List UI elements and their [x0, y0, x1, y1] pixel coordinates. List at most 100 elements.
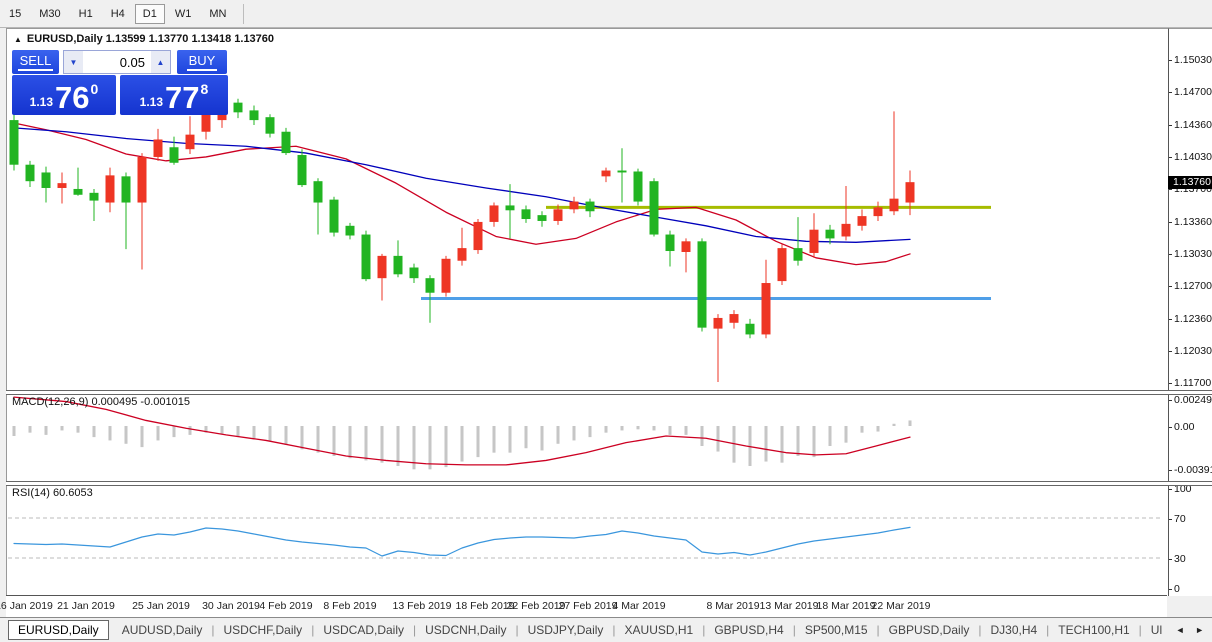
trading-terminal-window: 15M30H1H4D1W1MN 1.15030 1.14700 1.14360 1.1…	[0, 0, 1212, 642]
chart-ohlc-header: ▲ EURUSD,Daily 1.13599 1.13770 1.13418 1.…	[14, 33, 274, 45]
volume-stepper: ▼ 0.05 ▲	[63, 50, 171, 74]
timeframe-button-15[interactable]: 15	[1, 4, 29, 24]
buy-price-prefix: 1.13	[140, 95, 163, 109]
date-axis-label: 8 Mar 2019	[706, 600, 759, 612]
price-axis-label: 1.13360	[1174, 216, 1212, 228]
macd-axis-label: 0.002495	[1174, 394, 1212, 406]
date-axis-label: 18 Mar 2019	[817, 600, 876, 612]
price-axis-label-tick	[1169, 222, 1172, 223]
chart-tab-bar: EURUSD,DailyAUDUSD,Daily|USDCHF,Daily|US…	[0, 617, 1212, 642]
buy-price-big: 77	[165, 83, 199, 113]
toolbar-separator	[243, 4, 244, 24]
sell-button[interactable]: SELL	[12, 50, 59, 74]
tab-usdchf-daily[interactable]: USDCHF,Daily	[215, 621, 312, 639]
price-axis-label-tick	[1169, 92, 1172, 93]
tab-usdjpy-daily[interactable]: USDJPY,Daily	[519, 621, 613, 639]
sell-price-prefix: 1.13	[30, 95, 53, 109]
date-axis-label: 22 Feb 2019	[507, 600, 566, 612]
tab-scroll-arrows[interactable]: ◄ ►	[1176, 625, 1208, 635]
volume-increase-icon[interactable]: ▲	[151, 51, 170, 73]
price-axis-label-tick	[1169, 125, 1172, 126]
panel-divider-macd[interactable]	[6, 390, 1212, 395]
price-axis-label: 1.13030	[1174, 248, 1212, 260]
price-axis-label: 1.12360	[1174, 313, 1212, 325]
tab-sp500-m15[interactable]: SP500,M15	[796, 621, 877, 639]
buy-price-panel[interactable]: 1.13 77 8	[120, 75, 228, 115]
timeframe-toolbar: 15M30H1H4D1W1MN	[0, 0, 1212, 28]
price-axis-label-tick	[1169, 351, 1172, 352]
volume-decrease-icon[interactable]: ▼	[64, 51, 83, 73]
rsi-axis-label-tick	[1169, 589, 1172, 590]
current-price-badge: 1.13760	[1168, 176, 1212, 189]
sell-price-pip: 0	[91, 81, 99, 97]
macd-indicator-label: MACD(12,26,9) 0.000495 -0.001015	[12, 396, 190, 408]
timeframe-button-m30[interactable]: M30	[31, 4, 68, 24]
tab-usdcad-daily[interactable]: USDCAD,Daily	[314, 621, 413, 639]
price-axis-label: 1.14700	[1174, 86, 1212, 98]
price-axis-label: 1.12030	[1174, 345, 1212, 357]
one-click-trade-widget: SELL ▼ 0.05 ▲ BUY 1.13 76 0 1.13 77 8	[12, 50, 228, 115]
price-axis-label-tick	[1169, 319, 1172, 320]
buy-price-pip: 8	[201, 81, 209, 97]
date-axis-label: 27 Feb 2019	[559, 600, 618, 612]
price-axis-label-tick	[1169, 60, 1172, 61]
tab-ul[interactable]: Ul	[1142, 621, 1171, 639]
timeframe-button-h1[interactable]: H1	[71, 4, 101, 24]
buy-button[interactable]: BUY	[177, 50, 227, 74]
ohlc-close: 1.13760	[234, 33, 274, 45]
ohlc-low: 1.13418	[191, 33, 231, 45]
panel-divider-rsi[interactable]	[6, 481, 1212, 486]
rsi-axis-label: 0	[1174, 583, 1180, 595]
rsi-axis-label-tick	[1169, 559, 1172, 560]
price-axis-label: 1.11700	[1174, 377, 1211, 389]
tab-gbpusd-h4[interactable]: GBPUSD,H4	[705, 621, 792, 639]
rsi-axis-label: 70	[1174, 513, 1186, 525]
macd-axis-label-tick	[1169, 427, 1172, 428]
tab-tech100-h1[interactable]: TECH100,H1	[1049, 621, 1138, 639]
price-axis-label: 1.12700	[1174, 280, 1212, 292]
date-axis-label: 4 Feb 2019	[259, 600, 312, 612]
date-axis-label: 13 Feb 2019	[393, 600, 452, 612]
date-axis-label: 25 Jan 2019	[132, 600, 190, 612]
date-axis-label: 13 Mar 2019	[760, 600, 819, 612]
price-axis-label: 1.14360	[1174, 119, 1212, 131]
ohlc-open: 1.13599	[106, 33, 146, 45]
price-axis-label-tick	[1169, 383, 1172, 384]
sell-price-big: 76	[55, 83, 89, 113]
date-axis-label: 30 Jan 2019	[202, 600, 260, 612]
tab-eurusd-daily[interactable]: EURUSD,Daily	[8, 620, 109, 640]
tab-audusd-daily[interactable]: AUDUSD,Daily	[113, 621, 212, 639]
tab-dj30-h4[interactable]: DJ30,H4	[981, 621, 1046, 639]
price-axis-label-tick	[1169, 286, 1172, 287]
tab-gbpusd-daily[interactable]: GBPUSD,Daily	[880, 621, 979, 639]
price-axis-label-tick	[1169, 189, 1172, 190]
macd-axis-label-tick	[1169, 470, 1172, 471]
date-axis-label: 8 Feb 2019	[323, 600, 376, 612]
macd-axis-label: 0.00	[1174, 421, 1194, 433]
symbol-title: EURUSD,Daily	[27, 33, 103, 45]
collapse-arrow-icon[interactable]: ▲	[14, 35, 22, 44]
timeframe-button-mn[interactable]: MN	[201, 4, 234, 24]
date-axis-label: 21 Jan 2019	[57, 600, 115, 612]
price-axis-label-tick	[1169, 254, 1172, 255]
tab-usdcnh-daily[interactable]: USDCNH,Daily	[416, 621, 515, 639]
price-axis-column: 1.150301.147001.143601.140301.137001.133…	[1168, 28, 1212, 596]
timeframe-button-d1[interactable]: D1	[135, 4, 165, 24]
volume-input[interactable]: 0.05	[83, 51, 151, 73]
ohlc-high: 1.13770	[149, 33, 189, 45]
date-axis-label: 22 Mar 2019	[872, 600, 931, 612]
macd-axis-label-tick	[1169, 400, 1172, 401]
tab-xauusd-h1[interactable]: XAUUSD,H1	[616, 621, 703, 639]
price-axis-label-tick	[1169, 157, 1172, 158]
sell-price-panel[interactable]: 1.13 76 0	[12, 75, 116, 115]
date-axis[interactable]: 16 Jan 201921 Jan 201925 Jan 201930 Jan …	[6, 595, 1167, 617]
timeframe-button-h4[interactable]: H4	[103, 4, 133, 24]
date-axis-label: 16 Jan 2019	[0, 600, 53, 612]
macd-axis-label: -0.003919	[1174, 464, 1212, 476]
price-axis-label: 1.15030	[1174, 54, 1212, 66]
timeframe-button-w1[interactable]: W1	[167, 4, 200, 24]
rsi-indicator-label: RSI(14) 60.6053	[12, 487, 93, 499]
rsi-axis-label-tick	[1169, 519, 1172, 520]
rsi-axis-label: 30	[1174, 553, 1186, 565]
date-axis-label: 4 Mar 2019	[612, 600, 665, 612]
